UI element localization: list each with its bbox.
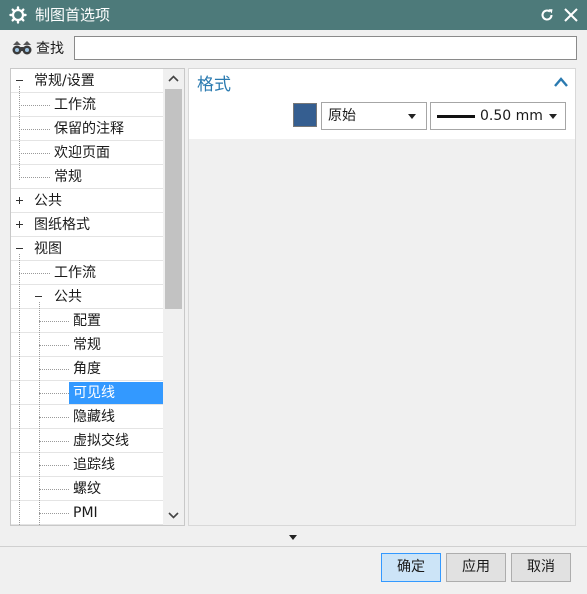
- tree-item-label: 隐藏线: [73, 409, 115, 425]
- tree-connector: [19, 105, 50, 106]
- tree-item[interactable]: 图纸格式: [11, 213, 163, 237]
- tree-item-label: 常规: [73, 337, 101, 353]
- tree-item-label: 工作流: [54, 265, 96, 281]
- tree-item-label: 配置: [73, 313, 101, 329]
- expand-down-icon[interactable]: [289, 535, 297, 540]
- line-width-dropdown[interactable]: 0.50 mm: [430, 102, 566, 130]
- expand-toggle-icon[interactable]: [15, 196, 24, 205]
- tree-item[interactable]: 虚拟交线: [11, 429, 163, 453]
- find-label: 查找: [36, 41, 64, 57]
- collapse-toggle-icon[interactable]: [15, 244, 24, 253]
- line-width-value: 0.50 mm: [480, 108, 543, 124]
- tree-item[interactable]: 可见线: [11, 381, 173, 405]
- preferences-tree: 常规/设置 工作流 保留的注释 欢迎页面 常规 公共 图纸格式 视图 工作流 公共 配置 常规 角度 可见…: [10, 68, 185, 526]
- collapse-toggle-icon[interactable]: [34, 292, 43, 301]
- tree-item-label: 角度: [73, 361, 101, 377]
- tree-item-label: 工作流: [54, 97, 96, 113]
- tree-item-label: 可见线: [69, 382, 173, 404]
- tree-connector: [39, 489, 69, 490]
- tree-item-label: 欢迎页面: [54, 145, 110, 161]
- chevron-down-icon: [408, 114, 416, 119]
- gear-icon: [9, 6, 27, 24]
- tree-item-label: 图纸格式: [34, 217, 90, 233]
- tree-item-label: 公共: [54, 289, 82, 305]
- tree-item[interactable]: 欢迎页面: [11, 141, 163, 165]
- chevron-down-icon: [549, 114, 557, 119]
- collapse-chevron-icon[interactable]: [553, 75, 569, 91]
- tree-item[interactable]: 常规/设置: [11, 69, 163, 93]
- tree-item-label: 常规/设置: [34, 73, 95, 89]
- tree-connector: [39, 417, 69, 418]
- tree-item-label: 螺纹: [73, 481, 101, 497]
- expand-toggle-icon[interactable]: [15, 220, 24, 229]
- tree-connector: [19, 273, 50, 274]
- tree-item[interactable]: 螺纹: [11, 477, 163, 501]
- binoculars-icon: [12, 41, 32, 55]
- tree-connector: [39, 441, 69, 442]
- tree-item[interactable]: 角度: [11, 357, 163, 381]
- color-dropdown-value: 原始: [328, 108, 356, 124]
- format-group-title: 格式: [197, 75, 231, 95]
- tree-item-label: 保留的注释: [54, 121, 124, 137]
- tree-item[interactable]: 追踪线: [11, 453, 163, 477]
- tree-connector: [39, 321, 69, 322]
- tree-connector: [19, 177, 50, 178]
- tree-connector: [39, 465, 69, 466]
- collapse-toggle-icon[interactable]: [15, 76, 24, 85]
- tree-item-label: 虚拟交线: [73, 433, 129, 449]
- apply-button[interactable]: 应用: [446, 553, 506, 582]
- find-input[interactable]: [74, 36, 577, 60]
- cancel-button[interactable]: 取消: [511, 553, 571, 582]
- scroll-thumb[interactable]: [165, 89, 182, 309]
- tree-connector: [19, 86, 20, 180]
- tree-connector: [39, 513, 69, 514]
- format-group: 格式 原始 0.50 mm: [189, 69, 575, 139]
- drafting-preferences-dialog: 制图首选项 查找 常规/设置 工作流 保留的注释 欢迎页面 常规 公共 图纸格式 视图 工作流公…: [0, 0, 587, 594]
- tree-item[interactable]: 工作流: [11, 93, 163, 117]
- title-bar: 制图首选项: [0, 0, 587, 30]
- tree-item[interactable]: 公共: [11, 189, 163, 213]
- tree-item[interactable]: 工作流: [11, 261, 163, 285]
- dialog-expander: [0, 528, 587, 547]
- tree-connector: [19, 153, 50, 154]
- tree-item[interactable]: 配置: [11, 309, 163, 333]
- settings-panel: 格式 原始 0.50 mm: [188, 68, 576, 526]
- tree-item-label: 公共: [34, 193, 62, 209]
- tree-item[interactable]: 公共: [11, 285, 163, 309]
- tree-scrollbar[interactable]: [163, 69, 184, 525]
- reset-icon[interactable]: [538, 6, 556, 24]
- close-icon[interactable]: [562, 6, 580, 24]
- tree-item[interactable]: 隐藏线: [11, 405, 163, 429]
- tree-item-label: 常规: [54, 169, 82, 185]
- dialog-title: 制图首选项: [35, 6, 111, 24]
- tree-item-label: PMI: [73, 505, 98, 521]
- color-swatch[interactable]: [293, 103, 317, 127]
- tree-item[interactable]: 常规: [11, 165, 163, 189]
- find-row: 查找: [0, 30, 587, 68]
- tree-item[interactable]: 保留的注释: [11, 117, 163, 141]
- tree-connector: [39, 393, 69, 394]
- line-width-sample: [437, 115, 475, 118]
- tree-item-label: 视图: [34, 241, 62, 257]
- tree-item[interactable]: 常规: [11, 333, 163, 357]
- scroll-down-icon[interactable]: [163, 505, 184, 525]
- tree-connector: [19, 254, 20, 525]
- color-dropdown[interactable]: 原始: [321, 102, 427, 130]
- tree-item[interactable]: 视图: [11, 237, 163, 261]
- tree-connector: [39, 369, 69, 370]
- ok-button[interactable]: 确定: [381, 553, 441, 582]
- scroll-up-icon[interactable]: [163, 69, 184, 89]
- tree-item[interactable]: PMI: [11, 501, 163, 525]
- tree-connector: [19, 129, 50, 130]
- tree-connector: [39, 302, 40, 525]
- tree-connector: [39, 345, 69, 346]
- tree-item-label: 追踪线: [73, 457, 115, 473]
